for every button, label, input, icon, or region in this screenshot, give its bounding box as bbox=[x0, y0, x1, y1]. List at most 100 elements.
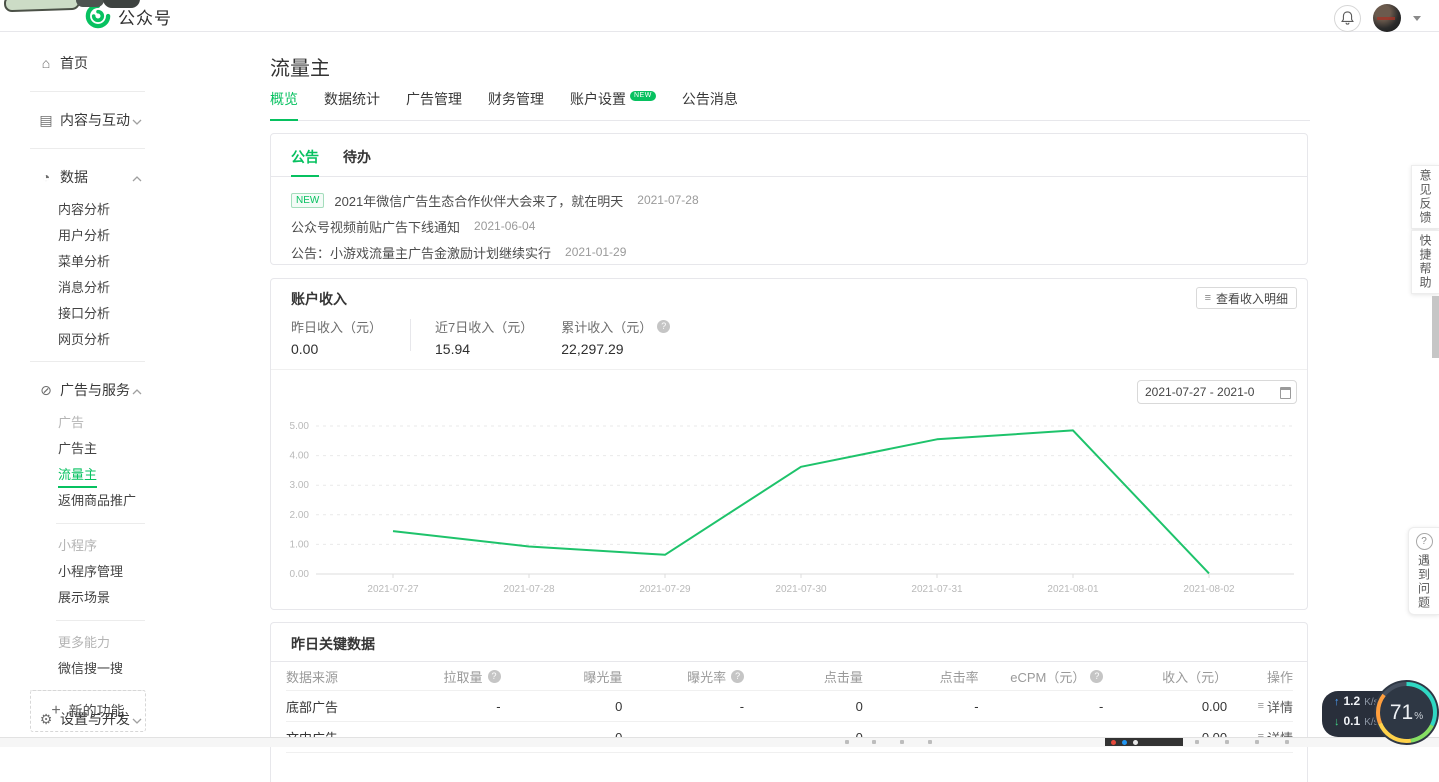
problem-help-tab[interactable]: ? 遇到问题 bbox=[1408, 527, 1439, 615]
sidebar-subitem-label: 接口分析 bbox=[58, 306, 111, 321]
tray-icon bbox=[928, 740, 932, 744]
page-title: 流量主 bbox=[270, 58, 330, 80]
avatar[interactable] bbox=[1373, 4, 1401, 32]
table-cell: - bbox=[1099, 698, 1104, 714]
tab-label: 财务管理 bbox=[488, 91, 544, 107]
topbar: 公众号 bbox=[0, 0, 1439, 32]
announcement-card: 公告 待办 NEW 2021年微信广告生态合作伙伴大会来了，就在明天 2021-07-… bbox=[270, 133, 1308, 265]
table-cell: 0.00 bbox=[1201, 698, 1228, 714]
quick-help-tab[interactable]: 快捷帮助 bbox=[1411, 230, 1439, 294]
tab-数据统计[interactable]: 数据统计 bbox=[324, 89, 380, 120]
account-menu-chevron-down-icon[interactable] bbox=[1413, 15, 1421, 21]
sidebar-item-label: 数据 bbox=[60, 169, 88, 185]
tray-icon-group[interactable] bbox=[1105, 738, 1183, 746]
sidebar-subitem-label: 网页分析 bbox=[58, 332, 111, 347]
sidebar-subitem[interactable]: 接口分析 bbox=[0, 301, 250, 327]
tab-广告管理[interactable]: 广告管理 bbox=[406, 89, 462, 120]
divider bbox=[30, 91, 145, 92]
sidebar-subitem[interactable]: 内容分析 bbox=[0, 197, 250, 223]
table-cell: ≡详情 bbox=[1227, 697, 1293, 716]
new-badge: NEW bbox=[630, 91, 656, 101]
svg-text:2021-07-28: 2021-07-28 bbox=[503, 584, 555, 595]
sidebar-item[interactable]: ⊘ 广告与服务 bbox=[0, 370, 250, 410]
chevron-up-icon bbox=[132, 389, 142, 395]
sidebar-subitem-label: 内容分析 bbox=[58, 202, 111, 217]
table-cell: 0 bbox=[615, 698, 623, 714]
tab-账户设置[interactable]: 账户设置 NEW bbox=[570, 89, 656, 120]
taskbar-sliver bbox=[0, 737, 1439, 747]
svg-text:0.00: 0.00 bbox=[290, 569, 310, 580]
svg-text:2021-07-30: 2021-07-30 bbox=[775, 584, 827, 595]
new-feature-label: 新的功能 bbox=[68, 703, 125, 719]
sidebar-subitem[interactable]: 消息分析 bbox=[0, 275, 250, 301]
column-header: 收入（元） bbox=[1103, 667, 1227, 686]
sidebar-item[interactable]: ▤ 内容与互动 bbox=[0, 100, 250, 140]
tab-财务管理[interactable]: 财务管理 bbox=[488, 89, 544, 120]
column-header-label: 数据来源 bbox=[286, 669, 339, 685]
sidebar-subitem[interactable]: 小程序管理 bbox=[0, 559, 250, 585]
sidebar-subitem[interactable]: 返佣商品推广 bbox=[0, 488, 250, 514]
sidebar-subitem[interactable]: 流量主 bbox=[0, 462, 250, 488]
announcement-tab-公告[interactable]: 公告 bbox=[291, 147, 319, 177]
column-header-label: 操作 bbox=[1266, 669, 1293, 685]
help-icon[interactable]: ? bbox=[1090, 669, 1104, 683]
svg-text:2021-08-01: 2021-08-01 bbox=[1047, 584, 1099, 595]
sidebar-subitem[interactable]: 网页分析 bbox=[0, 327, 250, 353]
new-feature-button[interactable]: + 新的功能 bbox=[30, 690, 146, 732]
line-chart-svg: 0.00 1.00 2.00 3.00 4.00 5.00 2021-07-27 2021-0… bbox=[290, 421, 1294, 595]
scrollbar-thumb[interactable] bbox=[1432, 296, 1439, 358]
tray-icon bbox=[845, 740, 849, 744]
sidebar-subitem-label: 微信搜一搜 bbox=[58, 661, 124, 676]
help-icon[interactable]: ? bbox=[731, 669, 745, 683]
announcement-link[interactable]: 2021年微信广告生态合作伙伴大会来了，就在明天 bbox=[334, 191, 623, 210]
date-range-picker[interactable]: 2021-07-27 - 2021-0 bbox=[1137, 380, 1297, 404]
tab-label: 数据统计 bbox=[324, 91, 380, 107]
table-cell: - bbox=[496, 698, 501, 714]
question-icon: ? bbox=[1415, 532, 1433, 550]
percent-ring-widget[interactable]: 71% bbox=[1374, 680, 1439, 745]
sidebar-subitem[interactable]: 菜单分析 bbox=[0, 249, 250, 275]
income-stat-value: 0.00 bbox=[291, 341, 319, 357]
sidebar-group-label: 小程序 bbox=[58, 538, 98, 553]
announcement-link[interactable]: 公告：小游戏流量主广告金激励计划继续实行 bbox=[291, 243, 551, 262]
tray-icon bbox=[872, 740, 876, 744]
tray-icon bbox=[1285, 740, 1289, 744]
sidebar-group-label: 广告 bbox=[58, 415, 85, 430]
svg-text:4.00: 4.00 bbox=[290, 451, 310, 462]
income-stat: 累计收入（元）? 22,297.29 bbox=[561, 317, 698, 357]
tray-icon bbox=[1195, 740, 1199, 744]
announcement-link[interactable]: 公众号视频前贴广告下线通知 bbox=[291, 217, 460, 236]
help-icon[interactable]: ? bbox=[657, 320, 671, 333]
tab-公告消息[interactable]: 公告消息 bbox=[682, 89, 738, 120]
help-icon[interactable]: ? bbox=[487, 669, 501, 683]
tray-icon bbox=[1225, 740, 1229, 744]
feedback-tab[interactable]: 意见反馈 bbox=[1411, 165, 1439, 229]
key-data-card: 昨日关键数据 数据来源 拉取量? 曝光量 曝光率? 点击量 点击率 eCPM（元）? 收入（元… bbox=[270, 622, 1308, 782]
column-header-label: 曝光率 bbox=[687, 669, 727, 685]
divider bbox=[271, 369, 1307, 370]
sidebar-subitem[interactable]: 微信搜一搜 bbox=[0, 656, 250, 682]
tab-label: 账户设置 bbox=[570, 91, 626, 107]
sidebar-subitem-label: 广告主 bbox=[58, 441, 98, 456]
tab-概览[interactable]: 概览 bbox=[270, 89, 298, 121]
announcement-tab-待办[interactable]: 待办 bbox=[343, 147, 371, 176]
notification-bell-button[interactable] bbox=[1334, 4, 1361, 32]
sidebar-item[interactable]: ◔ 数据 bbox=[0, 157, 250, 197]
tab-label: 广告管理 bbox=[406, 91, 462, 107]
table-title: 昨日关键数据 bbox=[291, 636, 375, 652]
sidebar-item-label: 广告与服务 bbox=[60, 382, 130, 398]
column-header-label: 收入（元） bbox=[1162, 669, 1228, 685]
sidebar-item-label: 首页 bbox=[60, 55, 88, 71]
detail-link[interactable]: ≡详情 bbox=[1258, 697, 1293, 716]
column-header-label: eCPM（元） bbox=[1010, 669, 1086, 685]
data-icon: ◔ bbox=[41, 169, 51, 185]
account-income-card: 账户收入 ≡ 查看收入明细 昨日收入（元） 0.00 近7日收入（元） 15.94 累计… bbox=[270, 278, 1308, 610]
sidebar-item[interactable]: ⌂ 首页 bbox=[0, 43, 250, 83]
sidebar-subitem[interactable]: 用户分析 bbox=[0, 223, 250, 249]
sidebar-subitem[interactable]: 展示场景 bbox=[0, 585, 250, 611]
home-icon: ⌂ bbox=[41, 55, 51, 71]
sidebar-subitem[interactable]: 广告主 bbox=[0, 436, 250, 462]
window-decoration bbox=[76, 0, 104, 7]
divider bbox=[56, 523, 145, 524]
view-income-detail-button[interactable]: ≡ 查看收入明细 bbox=[1195, 287, 1297, 309]
